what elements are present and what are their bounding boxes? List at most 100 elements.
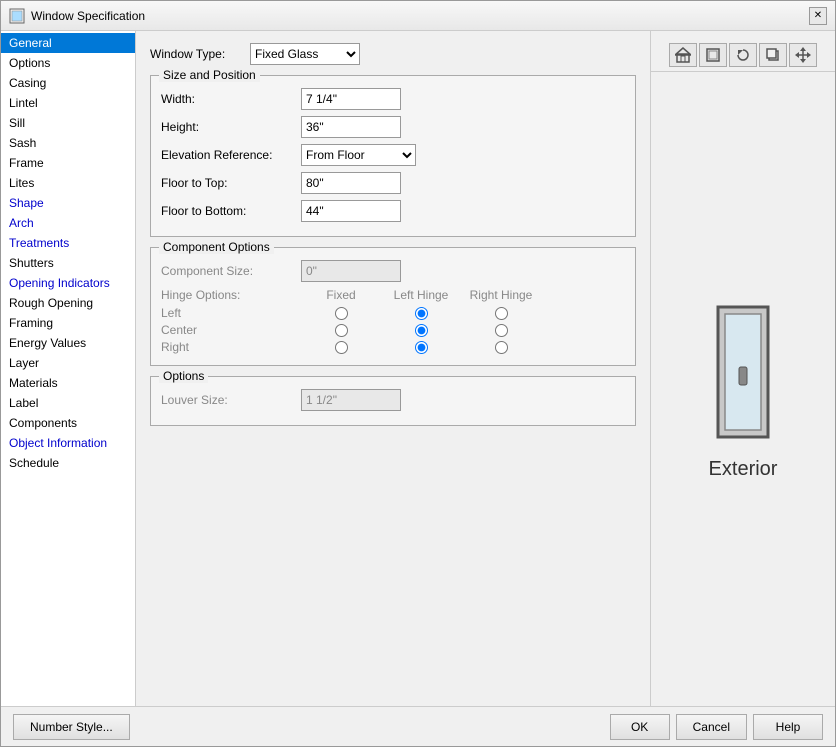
- hinge-right-hinge-label: Right Hinge: [461, 288, 541, 302]
- component-size-input: [301, 260, 401, 282]
- sidebar-item-lintel[interactable]: Lintel: [1, 93, 135, 113]
- number-style-button[interactable]: Number Style...: [13, 714, 130, 740]
- sidebar-item-sash[interactable]: Sash: [1, 133, 135, 153]
- width-row: Width:: [161, 88, 625, 110]
- size-position-group: Size and Position Width: Height: Elevati…: [150, 75, 636, 237]
- size-position-title: Size and Position: [159, 68, 260, 82]
- footer-left: Number Style...: [13, 714, 130, 740]
- options-content: Louver Size:: [161, 389, 625, 411]
- exterior-label: Exterior: [709, 458, 778, 481]
- size-position-content: Width: Height: Elevation Reference: From…: [161, 88, 625, 222]
- louver-size-input: [301, 389, 401, 411]
- hinge-right-righthinge-radio[interactable]: [495, 341, 508, 354]
- component-size-label: Component Size:: [161, 264, 301, 278]
- hinge-left-righthinge-radio[interactable]: [495, 307, 508, 320]
- options-group: Options Louver Size:: [150, 376, 636, 426]
- sidebar-item-layer[interactable]: Layer: [1, 353, 135, 373]
- hinge-left-righthinge-cell: [461, 307, 541, 320]
- width-label: Width:: [161, 92, 301, 106]
- hinge-center-righthinge-radio[interactable]: [495, 324, 508, 337]
- hinge-center-row: Center: [161, 323, 625, 337]
- sidebar-item-lites[interactable]: Lites: [1, 173, 135, 193]
- hinge-right-fixed-cell: [301, 341, 381, 354]
- home-icon: [675, 47, 691, 63]
- elevation-ref-row: Elevation Reference: From Floor: [161, 144, 625, 166]
- preview-arrows-btn[interactable]: [789, 43, 817, 67]
- hinge-left-lefthinge-cell: [381, 307, 461, 320]
- sidebar-item-options[interactable]: Options: [1, 53, 135, 73]
- hinge-left-label: Left: [161, 306, 301, 320]
- preview-home-btn[interactable]: [669, 43, 697, 67]
- elevation-ref-label: Elevation Reference:: [161, 148, 301, 162]
- cancel-button[interactable]: Cancel: [676, 714, 747, 740]
- elevation-ref-select[interactable]: From Floor: [301, 144, 416, 166]
- sidebar: General Options Casing Lintel Sill Sash …: [1, 31, 136, 706]
- hinge-center-fixed-radio[interactable]: [335, 324, 348, 337]
- height-label: Height:: [161, 120, 301, 134]
- sidebar-item-general[interactable]: General: [1, 33, 135, 53]
- preview-window-image: Exterior: [709, 76, 778, 706]
- dialog-title: Window Specification: [31, 9, 145, 23]
- component-options-title: Component Options: [159, 240, 274, 254]
- louver-size-label: Louver Size:: [161, 393, 301, 407]
- height-input[interactable]: [301, 116, 401, 138]
- window-specification-dialog: Window Specification ✕ General Options C…: [0, 0, 836, 747]
- footer-right: OK Cancel Help: [610, 714, 823, 740]
- width-input[interactable]: [301, 88, 401, 110]
- preview-area: Exterior: [650, 31, 835, 706]
- main-content: Window Type: Fixed Glass Size and Positi…: [136, 31, 835, 706]
- component-options-content: Component Size: Hinge Options: Fixed Lef…: [161, 260, 625, 354]
- sidebar-item-treatments[interactable]: Treatments: [1, 233, 135, 253]
- hinge-center-lefthinge-radio[interactable]: [415, 324, 428, 337]
- floor-to-bottom-row: Floor to Bottom:: [161, 200, 625, 222]
- hinge-right-lefthinge-radio[interactable]: [415, 341, 428, 354]
- preview-rotate-btn[interactable]: [729, 43, 757, 67]
- preview-copy-btn[interactable]: [759, 43, 787, 67]
- hinge-left-fixed-radio[interactable]: [335, 307, 348, 320]
- dialog-body: General Options Casing Lintel Sill Sash …: [1, 31, 835, 706]
- sidebar-item-rough-opening[interactable]: Rough Opening: [1, 293, 135, 313]
- sidebar-item-energy-values[interactable]: Energy Values: [1, 333, 135, 353]
- floor-to-bottom-label: Floor to Bottom:: [161, 204, 301, 218]
- preview-frame-btn[interactable]: [699, 43, 727, 67]
- dialog-icon: [9, 8, 25, 24]
- copy-icon: [765, 47, 781, 63]
- hinge-fixed-label: Fixed: [301, 288, 381, 302]
- component-options-group: Component Options Component Size: Hinge …: [150, 247, 636, 366]
- window-type-row: Window Type: Fixed Glass: [150, 43, 636, 65]
- hinge-center-lefthinge-cell: [381, 324, 461, 337]
- component-size-row: Component Size:: [161, 260, 625, 282]
- sidebar-item-opening-indicators[interactable]: Opening Indicators: [1, 273, 135, 293]
- hinge-right-fixed-radio[interactable]: [335, 341, 348, 354]
- hinge-right-righthinge-cell: [461, 341, 541, 354]
- sidebar-item-framing[interactable]: Framing: [1, 313, 135, 333]
- title-bar: Window Specification ✕: [1, 1, 835, 31]
- hinge-options-label: Hinge Options:: [161, 288, 301, 302]
- sidebar-item-object-information[interactable]: Object Information: [1, 433, 135, 453]
- window-type-select[interactable]: Fixed Glass: [250, 43, 360, 65]
- sidebar-item-components[interactable]: Components: [1, 413, 135, 433]
- window-preview-svg: [713, 302, 773, 442]
- floor-to-bottom-input[interactable]: [301, 200, 401, 222]
- sidebar-item-arch[interactable]: Arch: [1, 213, 135, 233]
- form-area: Window Type: Fixed Glass Size and Positi…: [136, 31, 650, 706]
- hinge-right-lefthinge-cell: [381, 341, 461, 354]
- sidebar-item-schedule[interactable]: Schedule: [1, 453, 135, 473]
- sidebar-item-label[interactable]: Label: [1, 393, 135, 413]
- close-button[interactable]: ✕: [809, 7, 827, 25]
- options-title: Options: [159, 369, 208, 383]
- dialog-footer: Number Style... OK Cancel Help: [1, 706, 835, 746]
- hinge-left-lefthinge-radio[interactable]: [415, 307, 428, 320]
- sidebar-item-shape[interactable]: Shape: [1, 193, 135, 213]
- sidebar-item-shutters[interactable]: Shutters: [1, 253, 135, 273]
- sidebar-item-materials[interactable]: Materials: [1, 373, 135, 393]
- sidebar-item-casing[interactable]: Casing: [1, 73, 135, 93]
- preview-toolbar: [651, 39, 835, 72]
- help-button[interactable]: Help: [753, 714, 823, 740]
- sidebar-item-frame[interactable]: Frame: [1, 153, 135, 173]
- ok-button[interactable]: OK: [610, 714, 670, 740]
- floor-to-top-input[interactable]: [301, 172, 401, 194]
- sidebar-item-sill[interactable]: Sill: [1, 113, 135, 133]
- hinge-left-fixed-cell: [301, 307, 381, 320]
- window-type-label: Window Type:: [150, 47, 250, 61]
